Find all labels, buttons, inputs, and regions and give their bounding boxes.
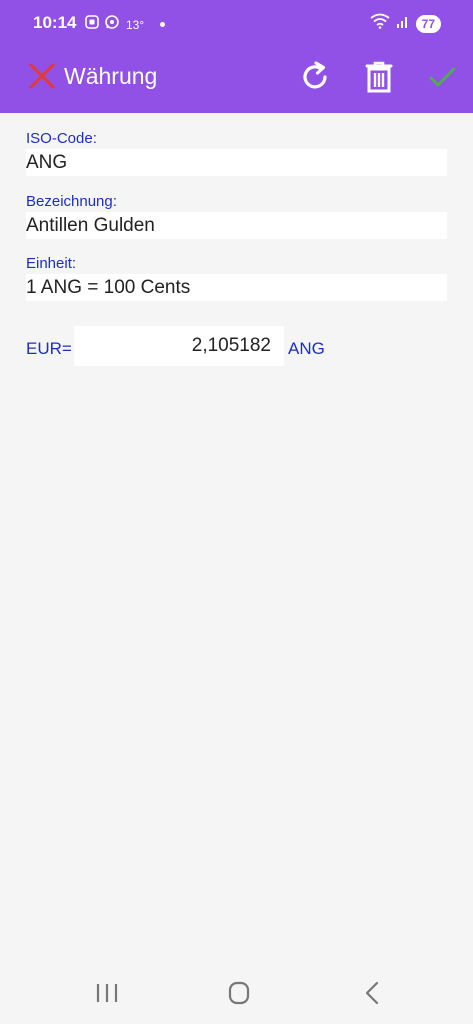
status-system-icons: 77 (370, 13, 441, 34)
wifi-icon (370, 13, 390, 34)
home-icon (228, 981, 250, 1005)
name-field[interactable]: Antillen Gulden (26, 212, 447, 239)
check-icon (429, 67, 456, 87)
screenshot-icon (84, 14, 100, 35)
signal-icon (396, 13, 410, 34)
refresh-button[interactable] (298, 60, 332, 94)
recents-button[interactable] (92, 980, 122, 1006)
rate-unit-label: ANG (288, 339, 325, 358)
close-button[interactable] (28, 62, 56, 90)
status-bar: 10:14 13° 77 (0, 0, 473, 46)
unit-field[interactable]: 1 ANG = 100 Cents (26, 274, 447, 301)
app-bar: Währung (0, 46, 473, 113)
system-nav-bar (0, 962, 473, 1024)
unit-label: Einheit: (26, 255, 77, 272)
close-icon (29, 63, 55, 89)
exchange-rate-input[interactable]: 2,105182 (74, 326, 284, 366)
page-title: Währung (64, 63, 158, 89)
name-label: Bezeichnung: (26, 193, 117, 210)
recents-icon (96, 984, 118, 1002)
notification-dot-icon (160, 22, 166, 27)
status-temperature: 13° (126, 17, 145, 32)
status-time: 10:14 (33, 13, 77, 32)
rate-prefix-label: EUR= (26, 339, 72, 358)
battery-indicator: 77 (415, 14, 441, 33)
back-button[interactable] (358, 980, 388, 1006)
delete-button[interactable] (362, 60, 396, 94)
home-button[interactable] (224, 980, 254, 1006)
confirm-button[interactable] (427, 60, 461, 94)
trash-icon (365, 61, 393, 93)
back-icon (365, 981, 379, 1005)
whatsapp-icon (104, 14, 120, 35)
iso-code-label: ISO-Code: (26, 130, 97, 147)
status-notification-icons: 13° (84, 14, 166, 35)
iso-code-field[interactable]: ANG (26, 149, 447, 176)
refresh-icon (303, 61, 327, 89)
